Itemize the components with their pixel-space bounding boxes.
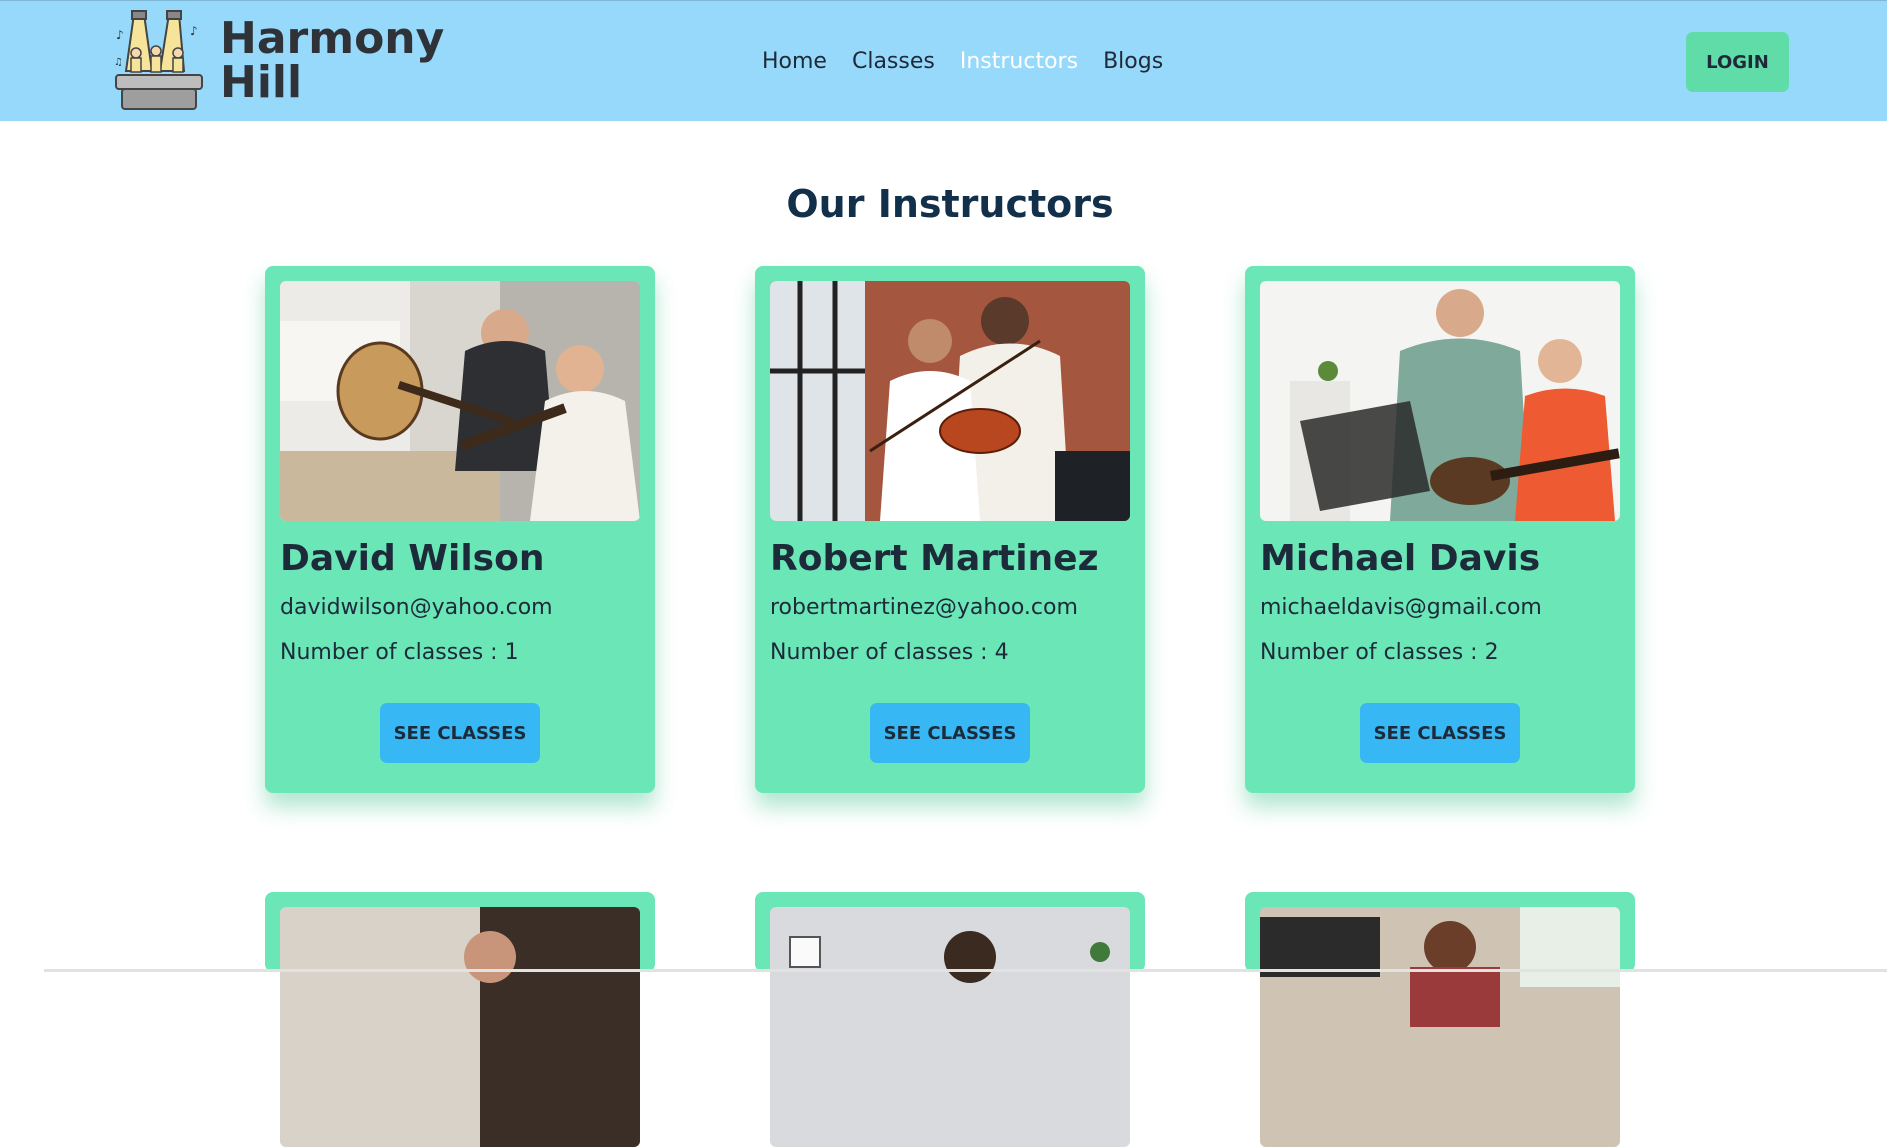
instructor-name: Robert Martinez: [770, 538, 1099, 579]
instructor-card-partial: [265, 892, 655, 1147]
instructor-name: Michael Davis: [1260, 538, 1541, 579]
instructor-email: robertmartinez@yahoo.com: [770, 595, 1078, 620]
svg-text:♪: ♪: [190, 24, 198, 38]
brand[interactable]: ♪ ♪ ♫ Harmony Hill: [114, 9, 445, 113]
electric-guitar-lesson-photo: [1260, 281, 1620, 521]
instructor-class-count: Number of classes : 1: [280, 640, 519, 665]
instructor-card: Robert Martinez robertmartinez@yahoo.com…: [755, 266, 1145, 793]
instructor-photo: [1260, 907, 1620, 1147]
navbar: ♪ ♪ ♫ Harmony Hill Home Classes Instruct…: [0, 0, 1887, 121]
violin-lesson-photo: [770, 281, 1130, 521]
instructor-photo: [280, 907, 640, 1147]
instructor-email: davidwilson@yahoo.com: [280, 595, 553, 620]
guitar-lesson-photo: [280, 281, 640, 521]
see-classes-button[interactable]: SEE CLASSES: [1360, 703, 1520, 763]
concert-stage-icon: ♪ ♪ ♫: [114, 10, 203, 110]
nav-blogs[interactable]: Blogs: [1103, 49, 1163, 74]
svg-text:♪: ♪: [116, 28, 124, 42]
nav-instructors[interactable]: Instructors: [960, 49, 1078, 74]
instructor-email: michaeldavis@gmail.com: [1260, 595, 1542, 620]
instructor-card-partial: [755, 892, 1145, 1147]
instructor-class-count: Number of classes : 2: [1260, 640, 1499, 665]
instructor-card-partial: [1245, 892, 1635, 1147]
instructor-name: David Wilson: [280, 538, 545, 579]
instructor-class-count: Number of classes : 4: [770, 640, 1009, 665]
nav-home[interactable]: Home: [762, 49, 827, 74]
instructor-photo: [770, 907, 1130, 1147]
instructor-card: David Wilson davidwilson@yahoo.com Numbe…: [265, 266, 655, 793]
see-classes-button[interactable]: SEE CLASSES: [870, 703, 1030, 763]
login-button[interactable]: LOGIN: [1686, 32, 1789, 92]
see-classes-button[interactable]: SEE CLASSES: [380, 703, 540, 763]
main-nav: Home Classes Instructors Blogs: [762, 49, 1163, 74]
instructor-card: Michael Davis michaeldavis@gmail.com Num…: [1245, 266, 1635, 793]
brand-name: Harmony Hill: [220, 13, 445, 108]
svg-text:♫: ♫: [114, 57, 123, 68]
page-title: Our Instructors: [786, 182, 1114, 226]
nav-classes[interactable]: Classes: [852, 49, 935, 74]
